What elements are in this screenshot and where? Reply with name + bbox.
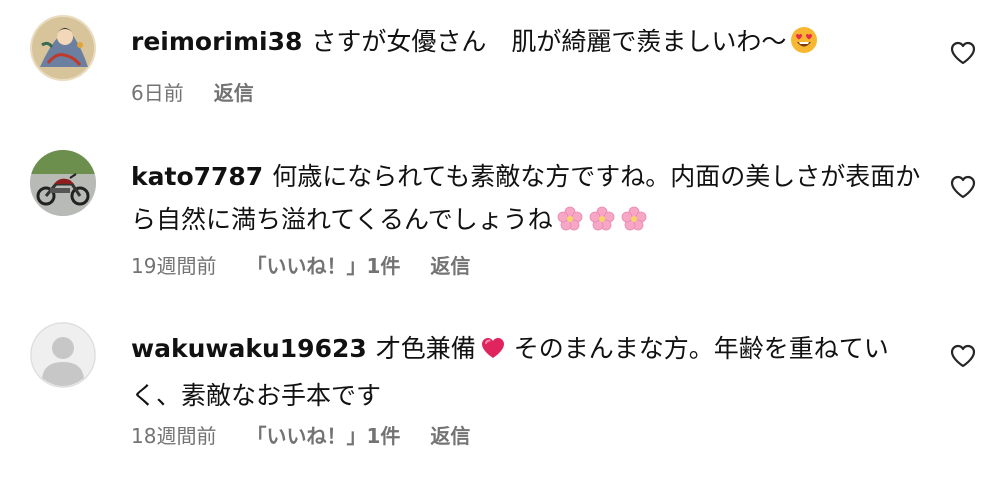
likes-count-link[interactable]: 「いいね！」1件 [246, 250, 400, 279]
comment-text: wakuwaku19623 才色兼備 そのまんまな方。年齢を重ねていく、素敵なお手… [131, 327, 921, 417]
like-heart-icon[interactable] [950, 41, 976, 65]
comment-time: 19週間前 [131, 254, 217, 278]
comment-meta: 6日前 返信 [131, 77, 254, 106]
comment-body: さすが女優さん 肌が綺麗で羨ましいわ〜 [311, 27, 787, 56]
like-heart-icon[interactable] [950, 344, 976, 368]
motorcycle-avatar [30, 150, 96, 216]
cherry-blossom-emoji-icon [589, 202, 615, 245]
comment-text: kato7787 何歳になられても素敵な方ですね。内面の美しさが表面から自然に満ち… [131, 155, 921, 245]
comment-meta: 19週間前 「いいね！」1件 返信 [131, 250, 470, 279]
comment-username[interactable]: reimorimi38 [131, 27, 302, 56]
comment-meta: 18週間前 「いいね！」1件 返信 [131, 420, 470, 449]
comment-text: reimorimi38 さすが女優さん 肌が綺麗で羨ましいわ〜 [131, 20, 921, 67]
comment-body-part-1: 才色兼備 [375, 334, 476, 363]
comment-username[interactable]: wakuwaku19623 [131, 334, 367, 363]
comment-time: 6日前 [131, 81, 184, 105]
cherry-blossom-emoji-icon [557, 202, 583, 245]
default-user-avatar [30, 322, 96, 388]
reply-button[interactable]: 返信 [430, 250, 470, 279]
reply-button[interactable]: 返信 [430, 420, 470, 449]
like-heart-icon[interactable] [950, 175, 976, 199]
reply-button[interactable]: 返信 [214, 77, 254, 106]
avatar[interactable] [30, 15, 96, 81]
avatar[interactable] [30, 150, 96, 216]
likes-count-link[interactable]: 「いいね！」1件 [246, 420, 400, 449]
avatar[interactable] [30, 322, 96, 388]
illustrated-figure-avatar [30, 15, 96, 81]
beating-heart-emoji-icon [480, 331, 506, 374]
comment-username[interactable]: kato7787 [131, 162, 263, 191]
cherry-blossom-emoji-icon [621, 202, 647, 245]
comment-time: 18週間前 [131, 424, 217, 448]
heart-eyes-emoji-icon [790, 24, 818, 67]
